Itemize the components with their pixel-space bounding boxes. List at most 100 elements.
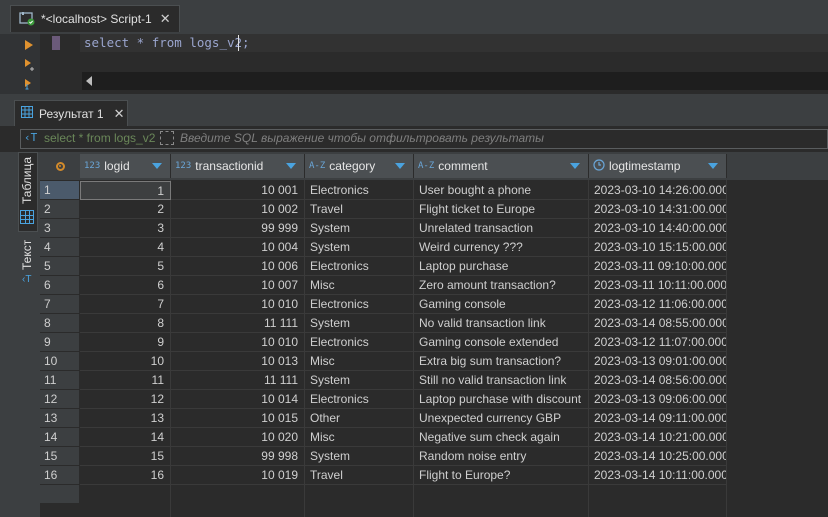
cell-logtimestamp[interactable]: 2023-03-14 08:55:00.000	[589, 314, 727, 333]
cell-transactionid[interactable]: 10 010	[171, 295, 305, 314]
cell-logid[interactable]: 10	[80, 352, 171, 371]
cell-logid[interactable]: 13	[80, 409, 171, 428]
cell-category[interactable]: System	[305, 371, 414, 390]
table-row[interactable]: 1 1 10 001 Electronics User bought a phone 20…	[40, 181, 828, 200]
cell-transactionid[interactable]: 10 001	[171, 181, 305, 200]
cell-logtimestamp[interactable]: 2023-03-12 11:07:00.000	[589, 333, 727, 352]
column-header-logid[interactable]: 123 logid	[80, 154, 171, 178]
cell-comment[interactable]: Gaming console extended	[414, 333, 589, 352]
tab-table-label[interactable]: Таблица	[20, 157, 34, 204]
row-number[interactable]: 9	[40, 333, 80, 352]
cell-transactionid[interactable]: 10 002	[171, 200, 305, 219]
cell-transactionid[interactable]: 10 006	[171, 257, 305, 276]
cell-logid[interactable]: 9	[80, 333, 171, 352]
cell-logid[interactable]: 12	[80, 390, 171, 409]
table-row[interactable]: 8 8 11 111 System No valid transaction link 2…	[40, 314, 828, 333]
select-all-icon[interactable]	[55, 161, 65, 171]
table-row[interactable]: 11 11 11 111 System Still no valid transacti…	[40, 371, 828, 390]
cell-comment[interactable]: Unexpected currency GBP	[414, 409, 589, 428]
cell-category[interactable]: Electronics	[305, 390, 414, 409]
cell-category[interactable]: Electronics	[305, 257, 414, 276]
cell-transactionid[interactable]: 11 111	[171, 371, 305, 390]
cell-transactionid[interactable]: 10 013	[171, 352, 305, 371]
execute-statement-icon[interactable]	[24, 39, 34, 51]
horizontal-scrollbar[interactable]	[82, 72, 828, 90]
cell-comment[interactable]: No valid transaction link	[414, 314, 589, 333]
row-number[interactable]: 5	[40, 257, 80, 276]
row-number[interactable]: 10	[40, 352, 80, 371]
tab-text-label[interactable]: Текст	[20, 240, 34, 270]
row-number[interactable]: 6	[40, 276, 80, 295]
results-tab-1[interactable]: Результат 1 ✕	[14, 100, 128, 126]
cell-logtimestamp[interactable]: 2023-03-14 09:11:00.000	[589, 409, 727, 428]
row-number[interactable]: 7	[40, 295, 80, 314]
cell-logid[interactable]: 6	[80, 276, 171, 295]
close-icon[interactable]: ✕	[160, 12, 171, 25]
row-number-header[interactable]	[40, 154, 80, 178]
cell-logid[interactable]: 3	[80, 219, 171, 238]
cell-logtimestamp[interactable]: 2023-03-10 14:26:00.000	[589, 181, 727, 200]
cell-logid[interactable]: 11	[80, 371, 171, 390]
cell-comment[interactable]: Flight to Europe?	[414, 466, 589, 485]
cell-category[interactable]: Electronics	[305, 295, 414, 314]
cell-logtimestamp[interactable]: 2023-03-10 14:31:00.000	[589, 200, 727, 219]
row-number[interactable]: 16	[40, 466, 80, 485]
cell-category[interactable]: System	[305, 238, 414, 257]
close-icon[interactable]: ✕	[114, 107, 125, 120]
cell-category[interactable]: Misc	[305, 276, 414, 295]
sort-dropdown-icon[interactable]	[152, 163, 162, 169]
cell-category[interactable]: Misc	[305, 352, 414, 371]
expand-filter-icon[interactable]	[160, 131, 174, 145]
row-number[interactable]: 4	[40, 238, 80, 257]
cell-category[interactable]: Electronics	[305, 333, 414, 352]
cell-logtimestamp[interactable]: 2023-03-14 10:21:00.000	[589, 428, 727, 447]
row-number[interactable]: 12	[40, 390, 80, 409]
cell-logtimestamp[interactable]: 2023-03-11 09:10:00.000	[589, 257, 727, 276]
row-number[interactable]: 13	[40, 409, 80, 428]
table-row[interactable]: 7 7 10 010 Electronics Gaming console 2023-03…	[40, 295, 828, 314]
cell-comment[interactable]: Unrelated transaction	[414, 219, 589, 238]
cell-logid[interactable]: 5	[80, 257, 171, 276]
cell-comment[interactable]: Random noise entry	[414, 447, 589, 466]
table-row[interactable]: 6 6 10 007 Misc Zero amount transaction? 2023…	[40, 276, 828, 295]
table-row[interactable]: 4 4 10 004 System Weird currency ??? 2023-03-…	[40, 238, 828, 257]
table-row[interactable]: 13 13 10 015 Other Unexpected currency GBP 20…	[40, 409, 828, 428]
cell-transactionid[interactable]: 99 998	[171, 447, 305, 466]
cell-logtimestamp[interactable]: 2023-03-13 09:01:00.000	[589, 352, 727, 371]
row-number[interactable]: 1	[40, 181, 80, 200]
table-row[interactable]: 16 16 10 019 Travel Flight to Europe? 2023-03…	[40, 466, 828, 485]
sort-dropdown-icon[interactable]	[286, 163, 296, 169]
cell-logid[interactable]: 1	[80, 181, 171, 200]
row-number[interactable]: 15	[40, 447, 80, 466]
row-number[interactable]: 11	[40, 371, 80, 390]
table-row[interactable]: 15 15 99 998 System Random noise entry 2023-0…	[40, 447, 828, 466]
cell-category[interactable]: Travel	[305, 466, 414, 485]
sort-dropdown-icon[interactable]	[395, 163, 405, 169]
cell-transactionid[interactable]: 10 004	[171, 238, 305, 257]
table-row[interactable]: 2 2 10 002 Travel Flight ticket to Europe 202…	[40, 200, 828, 219]
cell-transactionid[interactable]: 10 007	[171, 276, 305, 295]
cell-logtimestamp[interactable]: 2023-03-14 10:11:00.000	[589, 466, 727, 485]
cell-comment[interactable]: Laptop purchase with discount	[414, 390, 589, 409]
row-number[interactable]: 3	[40, 219, 80, 238]
cell-logtimestamp[interactable]: 2023-03-13 09:06:00.000	[589, 390, 727, 409]
cell-logtimestamp[interactable]: 2023-03-10 14:40:00.000	[589, 219, 727, 238]
table-row[interactable]: 5 5 10 006 Electronics Laptop purchase 2023-0…	[40, 257, 828, 276]
cell-comment[interactable]: Extra big sum transaction?	[414, 352, 589, 371]
cell-category[interactable]: System	[305, 219, 414, 238]
cell-comment[interactable]: Gaming console	[414, 295, 589, 314]
cell-category[interactable]: Electronics	[305, 181, 414, 200]
table-row[interactable]: 12 12 10 014 Electronics Laptop purchase wit…	[40, 390, 828, 409]
table-row[interactable]: 10 10 10 013 Misc Extra big sum transaction?…	[40, 352, 828, 371]
cell-logid[interactable]: 8	[80, 314, 171, 333]
execute-script-icon[interactable]	[24, 78, 34, 90]
cell-logtimestamp[interactable]: 2023-03-14 08:56:00.000	[589, 371, 727, 390]
column-header-category[interactable]: A-Z category	[305, 154, 414, 178]
editor-tab-script-1[interactable]: *<localhost> Script-1 ✕	[10, 5, 180, 32]
cell-logid[interactable]: 15	[80, 447, 171, 466]
table-grid-icon[interactable]	[20, 210, 34, 224]
execute-new-tab-icon[interactable]	[24, 58, 34, 71]
cell-comment[interactable]: Flight ticket to Europe	[414, 200, 589, 219]
cell-category[interactable]: System	[305, 447, 414, 466]
cell-transactionid[interactable]: 10 014	[171, 390, 305, 409]
